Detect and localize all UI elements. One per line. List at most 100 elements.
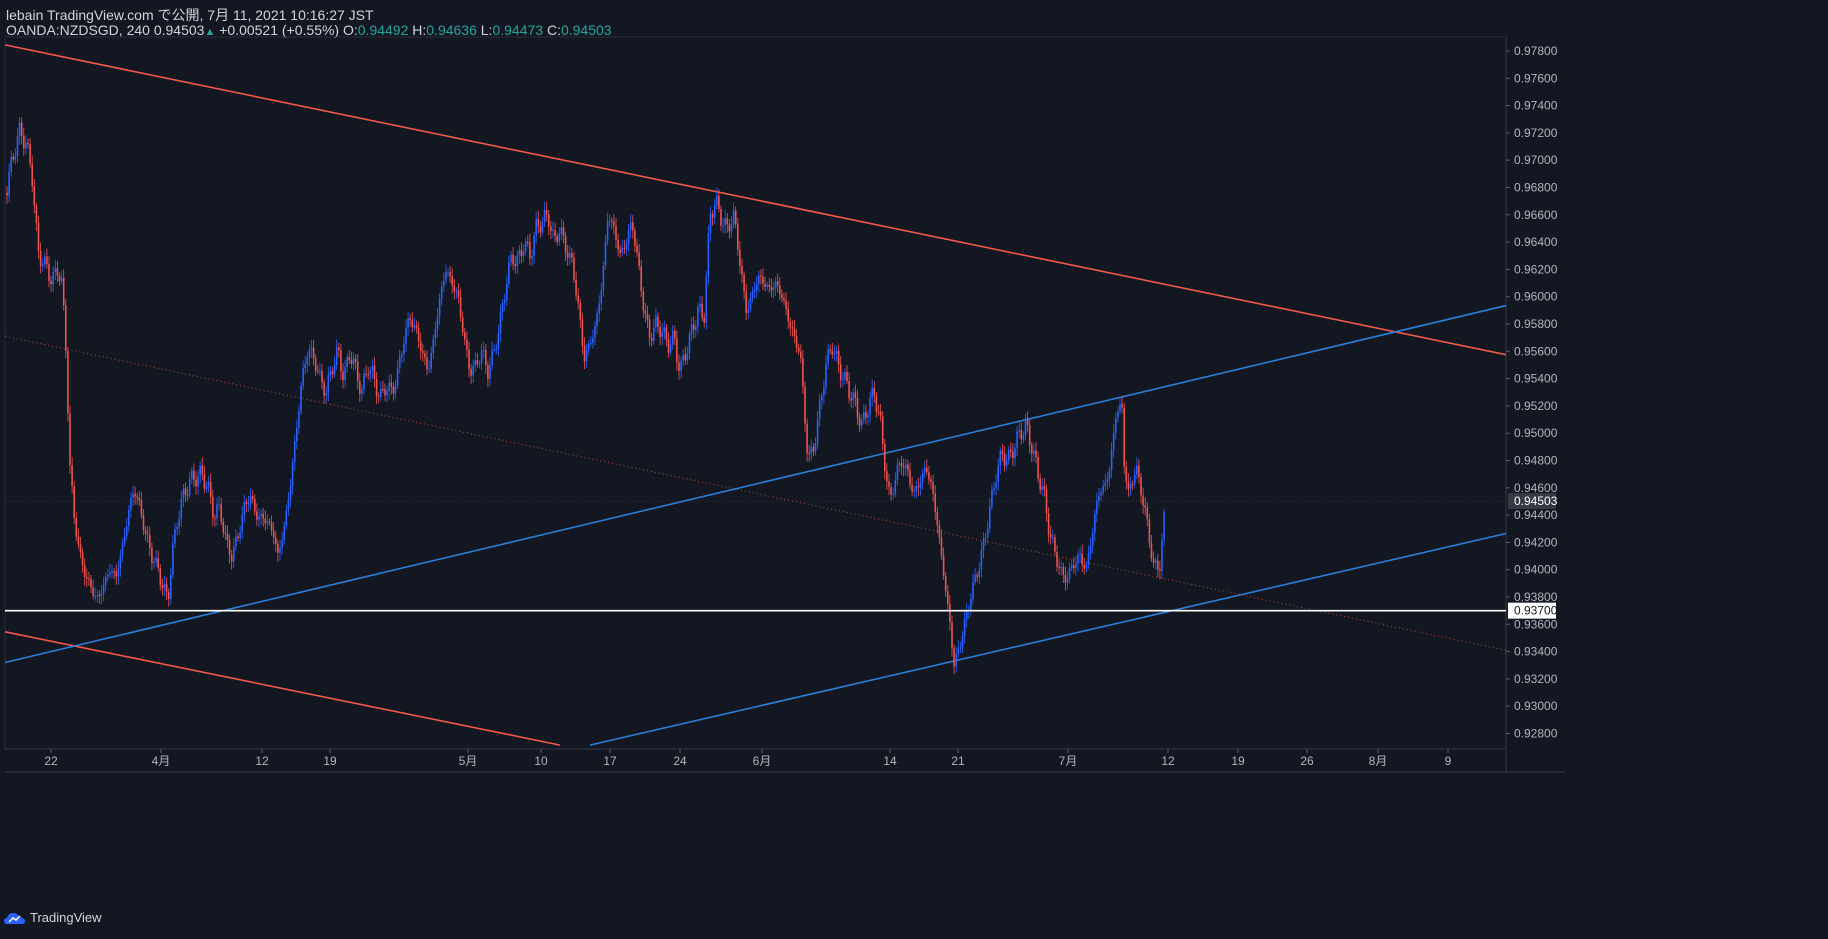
x-tick-label: 12 bbox=[255, 754, 269, 768]
tradingview-brand: TradingView bbox=[30, 910, 102, 925]
candle-body bbox=[1018, 430, 1020, 432]
x-tick-label: 4月 bbox=[152, 754, 171, 768]
trendline-red-1[interactable] bbox=[4, 44, 1507, 356]
candle-body bbox=[802, 358, 804, 387]
candle-body bbox=[638, 252, 640, 267]
candle-body bbox=[747, 309, 750, 313]
x-tick-label: 9 bbox=[1445, 754, 1452, 768]
tradingview-footer[interactable]: TradingView bbox=[4, 910, 102, 925]
candle-body bbox=[770, 286, 773, 291]
candle-body bbox=[690, 324, 693, 334]
candle-body bbox=[972, 581, 974, 600]
y-tick-label: 0.95600 bbox=[1514, 344, 1558, 358]
candle-body bbox=[722, 225, 724, 227]
candle-body bbox=[170, 574, 172, 600]
candle-body bbox=[188, 478, 191, 496]
candle-body bbox=[220, 504, 222, 522]
candle-body bbox=[245, 501, 248, 505]
trendline-red-5[interactable] bbox=[4, 335, 1507, 651]
candle-body bbox=[724, 218, 726, 226]
candle-body bbox=[650, 338, 653, 342]
candle-body bbox=[543, 209, 546, 222]
candle-body bbox=[921, 472, 924, 483]
candle-body bbox=[823, 387, 825, 396]
candle-body bbox=[1037, 457, 1039, 479]
candle-body bbox=[764, 283, 766, 287]
candle-body bbox=[207, 481, 210, 487]
candle-body bbox=[123, 535, 126, 544]
candle-body bbox=[344, 367, 346, 381]
candle-body bbox=[590, 343, 592, 345]
candle-body bbox=[940, 537, 943, 556]
candle-body bbox=[195, 479, 197, 487]
candle-body bbox=[258, 516, 260, 520]
candle-body bbox=[858, 417, 861, 426]
candle-body bbox=[153, 562, 155, 564]
candle-body bbox=[949, 603, 951, 623]
candle-body bbox=[1014, 448, 1016, 459]
candle-body bbox=[182, 488, 185, 499]
candle-body bbox=[539, 226, 542, 233]
candle-body bbox=[1064, 574, 1067, 583]
current-price-label: 0.94503 bbox=[1514, 494, 1558, 508]
candle-body bbox=[146, 533, 149, 535]
candle-body bbox=[818, 400, 821, 420]
candle-body bbox=[508, 262, 510, 284]
candle-body bbox=[1031, 445, 1033, 454]
candle-body bbox=[1077, 554, 1079, 564]
candle-body bbox=[1106, 478, 1109, 483]
candle-body bbox=[256, 511, 258, 520]
candle-body bbox=[1028, 425, 1031, 446]
trendline-red-2[interactable] bbox=[4, 631, 561, 746]
candle-body bbox=[953, 648, 955, 667]
candle-body bbox=[659, 326, 661, 337]
candle-body bbox=[1010, 449, 1012, 452]
candle-body bbox=[709, 213, 712, 234]
candle-body bbox=[44, 256, 46, 265]
candle-body bbox=[928, 472, 930, 480]
candle-body bbox=[497, 333, 500, 350]
candle-body bbox=[432, 338, 435, 353]
candle-body bbox=[125, 526, 128, 536]
candle-body bbox=[571, 253, 573, 258]
y-tick-label: 0.96000 bbox=[1514, 290, 1558, 304]
candle-body bbox=[474, 359, 477, 366]
candle-body bbox=[734, 210, 737, 225]
candle-body bbox=[83, 565, 86, 578]
chart-pane-border bbox=[4, 36, 1507, 750]
candle-body bbox=[944, 576, 947, 592]
candle-body bbox=[384, 389, 386, 396]
candle-body bbox=[113, 571, 115, 573]
candle-body bbox=[371, 365, 374, 371]
trendline-blue-3[interactable] bbox=[4, 304, 1507, 664]
candle-body bbox=[907, 464, 909, 471]
candle-body bbox=[1133, 474, 1136, 485]
candle-body bbox=[27, 142, 29, 145]
y-tick-label: 0.93000 bbox=[1514, 699, 1558, 713]
trendline-blue-4[interactable] bbox=[589, 532, 1507, 746]
candle-body bbox=[560, 227, 563, 235]
candle-body bbox=[833, 353, 836, 355]
candle-body bbox=[911, 484, 913, 492]
y-tick-label: 0.93400 bbox=[1514, 645, 1558, 659]
candle-body bbox=[409, 318, 411, 320]
candle-body bbox=[707, 233, 710, 277]
candle-body bbox=[117, 568, 120, 577]
candle-body bbox=[684, 354, 687, 361]
candle-body bbox=[1060, 567, 1062, 569]
candle-body bbox=[997, 465, 999, 483]
candle-body bbox=[151, 547, 153, 563]
candle-body bbox=[386, 390, 388, 396]
candle-body bbox=[932, 482, 934, 494]
price-chart[interactable]: 0.97800 0.97600 0.97400 0.97200 0.97000 0.968… bbox=[0, 0, 1828, 939]
candle-body bbox=[598, 303, 600, 314]
candle-body bbox=[302, 368, 304, 386]
candle-body bbox=[172, 543, 174, 575]
candle-body bbox=[993, 487, 995, 490]
candle-body bbox=[529, 241, 531, 259]
candle-body bbox=[430, 352, 432, 369]
candle-body bbox=[119, 555, 122, 569]
candle-body bbox=[619, 249, 621, 253]
candle-body bbox=[308, 349, 311, 358]
x-tick-label: 14 bbox=[883, 754, 897, 768]
